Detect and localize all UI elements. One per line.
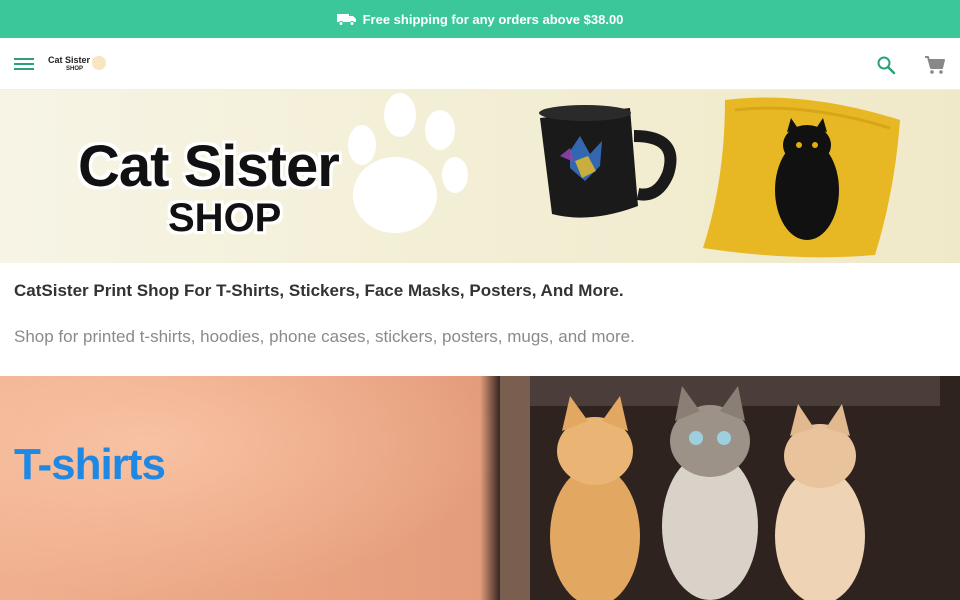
menu-icon[interactable] xyxy=(14,55,34,73)
category-title-tshirts[interactable]: T-shirts xyxy=(14,440,166,490)
kittens-image xyxy=(500,376,960,600)
pillow-product-image xyxy=(703,97,900,258)
intro-description: Shop for printed t-shirts, hoodies, phon… xyxy=(14,327,635,346)
truck-icon xyxy=(336,14,356,26)
category-banner-tshirts[interactable]: T-shirts xyxy=(0,376,960,600)
cart-icon[interactable] xyxy=(924,55,946,75)
promo-bar: Free shipping for any orders above $38.0… xyxy=(0,0,960,38)
intro-heading: CatSister Print Shop For T-Shirts, Stick… xyxy=(14,281,624,300)
logo-paw-icon xyxy=(92,56,106,70)
search-icon[interactable] xyxy=(876,55,896,75)
mug-product-image xyxy=(539,105,677,218)
shop-intro: CatSister Print Shop For T-Shirts, Stick… xyxy=(0,263,960,376)
site-logo[interactable]: Cat Sister SHOP xyxy=(48,56,108,76)
paw-print-image xyxy=(348,93,468,233)
site-header: Cat Sister SHOP xyxy=(0,38,960,90)
banner-subtitle: SHOP xyxy=(168,196,282,240)
banner-title: Cat Sister xyxy=(78,134,340,199)
hero-banner[interactable]: Cat Sister SHOP xyxy=(0,90,960,263)
promo-text: Free shipping for any orders above $38.0… xyxy=(362,11,624,27)
